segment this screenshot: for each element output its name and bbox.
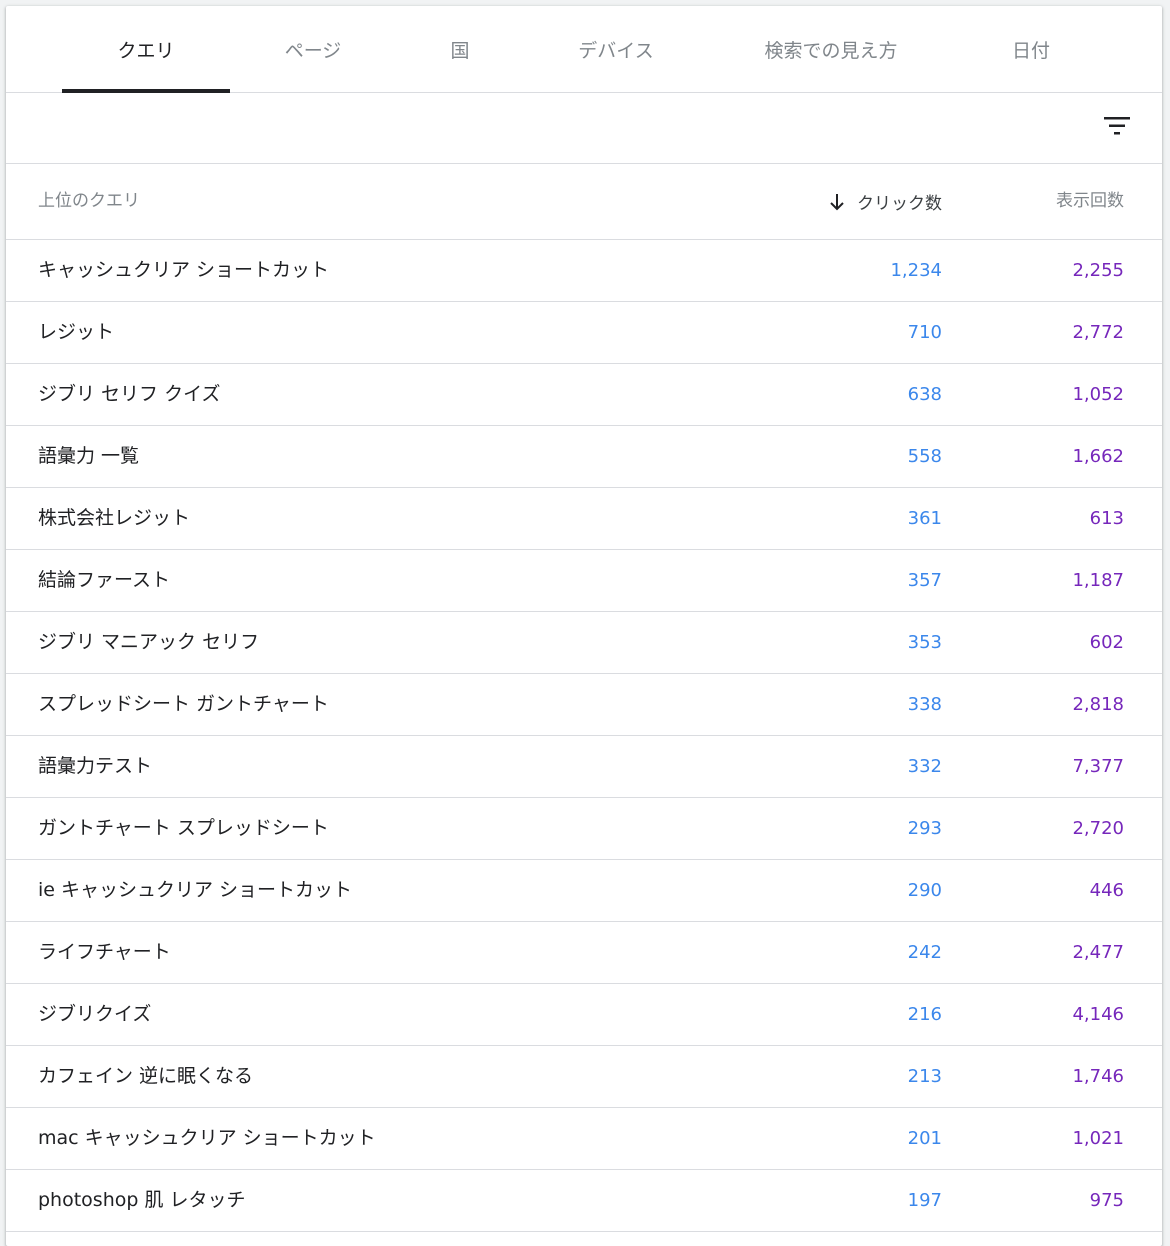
clicks-cell: 338 (907, 694, 942, 715)
clicks-cell: 558 (907, 446, 942, 467)
column-header-clicks[interactable]: クリック数 (829, 164, 942, 239)
table-row[interactable]: mac キャッシュクリア ショートカット 201 1,021 (6, 1108, 1162, 1170)
column-header-clicks-label: クリック数 (857, 194, 942, 214)
query-cell: ジブリ マニアック セリフ (38, 631, 260, 653)
query-cell: キャッシュクリア ショートカット (38, 259, 330, 281)
query-cell: ie キャッシュクリア ショートカット (38, 879, 353, 901)
tab-pages[interactable]: ページ (248, 6, 378, 92)
table-row[interactable]: 語彙力テスト 332 7,377 (6, 736, 1162, 798)
table-row[interactable]: ジブリ マニアック セリフ 353 602 (6, 612, 1162, 674)
impressions-cell: 7,377 (1072, 756, 1124, 777)
performance-card: クエリ ページ 国 デバイス 検索での見え方 日付 上位のクエリ クリック数 表… (6, 6, 1162, 1246)
arrow-down-icon (830, 193, 844, 210)
impressions-cell: 1,662 (1072, 446, 1124, 467)
query-cell: 株式会社レジット (38, 507, 191, 529)
filter-list-icon[interactable] (1104, 115, 1130, 137)
table-row[interactable]: 株式会社レジット 361 613 (6, 488, 1162, 550)
table-header: 上位のクエリ クリック数 表示回数 (6, 164, 1162, 240)
impressions-cell: 4,146 (1072, 1004, 1124, 1025)
impressions-cell: 1,746 (1072, 1066, 1124, 1087)
impressions-cell: 975 (1089, 1190, 1124, 1211)
impressions-cell: 2,255 (1072, 260, 1124, 281)
clicks-cell: 197 (907, 1190, 942, 1211)
query-cell: 結論ファースト (38, 569, 171, 591)
clicks-cell: 710 (907, 322, 942, 343)
table-row[interactable]: ie キャッシュクリア ショートカット 290 446 (6, 860, 1162, 922)
column-header-query: 上位のクエリ (38, 191, 140, 211)
clicks-cell: 290 (907, 880, 942, 901)
clicks-cell: 242 (907, 942, 942, 963)
query-cell: ジブリ セリフ クイズ (38, 383, 221, 405)
query-cell: ジブリクイズ (38, 1003, 152, 1025)
table-row[interactable]: レジット 710 2,772 (6, 302, 1162, 364)
query-cell: カフェイン 逆に眠くなる (38, 1065, 254, 1087)
table-row[interactable]: ジブリ セリフ クイズ 638 1,052 (6, 364, 1162, 426)
table-row[interactable]: photoshop 肌 レタッチ 197 975 (6, 1170, 1162, 1232)
impressions-cell: 613 (1089, 508, 1124, 529)
impressions-cell: 2,818 (1072, 694, 1124, 715)
query-cell: 語彙力テスト (38, 755, 153, 777)
clicks-cell: 353 (907, 632, 942, 653)
clicks-cell: 357 (907, 570, 942, 591)
column-header-impressions[interactable]: 表示回数 (1056, 164, 1124, 239)
table-row[interactable]: ジブリクイズ 216 4,146 (6, 984, 1162, 1046)
clicks-cell: 332 (907, 756, 942, 777)
clicks-cell: 213 (907, 1066, 942, 1087)
query-cell: 語彙力 一覧 (38, 445, 140, 467)
dimension-tabs: クエリ ページ 国 デバイス 検索での見え方 日付 (6, 6, 1162, 93)
tab-dates[interactable]: 日付 (981, 6, 1081, 92)
impressions-cell: 2,720 (1072, 818, 1124, 839)
tab-devices[interactable]: デバイス (546, 6, 686, 92)
table-row[interactable]: 語彙力 一覧 558 1,662 (6, 426, 1162, 488)
table-row[interactable]: ガントチャート スプレッドシート 293 2,720 (6, 798, 1162, 860)
impressions-cell: 1,021 (1072, 1128, 1124, 1149)
impressions-cell: 1,052 (1072, 384, 1124, 405)
table-row[interactable]: 結論ファースト 357 1,187 (6, 550, 1162, 612)
tab-countries[interactable]: 国 (420, 6, 500, 92)
impressions-cell: 2,477 (1072, 942, 1124, 963)
query-cell: photoshop 肌 レタッチ (38, 1189, 246, 1211)
table-row[interactable]: スプレッドシート ガントチャート 338 2,818 (6, 674, 1162, 736)
clicks-cell: 216 (907, 1004, 942, 1025)
tab-queries[interactable]: クエリ (62, 6, 230, 93)
table-row[interactable]: ライフチャート 242 2,477 (6, 922, 1162, 984)
query-cell: mac キャッシュクリア ショートカット (38, 1127, 376, 1149)
table-row[interactable]: キャッシュクリア ショートカット 1,234 2,255 (6, 240, 1162, 302)
impressions-cell: 1,187 (1072, 570, 1124, 591)
clicks-cell: 361 (907, 508, 942, 529)
query-cell: ガントチャート スプレッドシート (38, 817, 329, 839)
clicks-cell: 1,234 (890, 260, 942, 281)
impressions-cell: 2,772 (1072, 322, 1124, 343)
query-cell: ライフチャート (38, 941, 171, 963)
clicks-cell: 201 (907, 1128, 942, 1149)
impressions-cell: 602 (1089, 632, 1124, 653)
filter-bar (6, 93, 1162, 164)
tab-search-appearance[interactable]: 検索での見え方 (736, 6, 926, 92)
clicks-cell: 638 (907, 384, 942, 405)
query-cell: レジット (38, 321, 115, 343)
table-row[interactable]: カフェイン 逆に眠くなる 213 1,746 (6, 1046, 1162, 1108)
impressions-cell: 446 (1089, 880, 1124, 901)
table-body: キャッシュクリア ショートカット 1,234 2,255 レジット 710 2,772 ジブ… (6, 240, 1162, 1232)
clicks-cell: 293 (907, 818, 942, 839)
query-cell: スプレッドシート ガントチャート (38, 693, 329, 715)
